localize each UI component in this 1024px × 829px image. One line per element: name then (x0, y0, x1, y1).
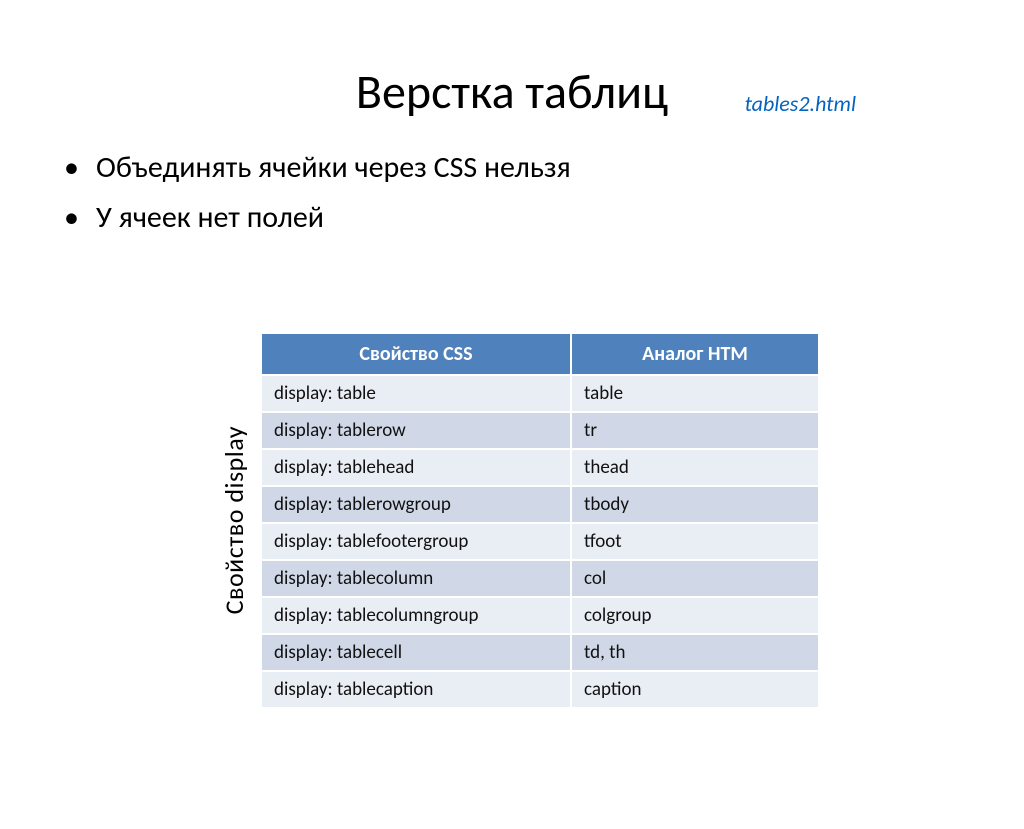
table-cell: display: table (261, 375, 571, 412)
table-cell: thead (571, 449, 819, 486)
table-cell: colgroup (571, 597, 819, 634)
table-row: display: tablehead thead (261, 449, 819, 486)
table-cell: display: tablefootergroup (261, 523, 571, 560)
list-item: У ячеек нет полей (64, 197, 1024, 239)
table-cell: table (571, 375, 819, 412)
table-container: Свойство display Свойство CSS Аналог HTM… (218, 332, 852, 709)
table-cell: col (571, 560, 819, 597)
table-row: display: tablerowgroup tbody (261, 486, 819, 523)
table-row: display: tablecolumngroup colgroup (261, 597, 819, 634)
table-row: display: tablefootergroup tfoot (261, 523, 819, 560)
table-cell: display: tablerowgroup (261, 486, 571, 523)
table-row: display: tablecell td, th (261, 634, 819, 671)
table-header: Свойство CSS (261, 333, 571, 375)
table-cell: tbody (571, 486, 819, 523)
table-cell: tr (571, 412, 819, 449)
table-cell: display: tablecolumn (261, 560, 571, 597)
bullet-list: Объединять ячейки через CSS нельзя У яче… (64, 147, 1024, 239)
table-row: display: table table (261, 375, 819, 412)
display-table: Свойство CSS Аналог HTM display: table t… (260, 332, 820, 709)
list-item: Объединять ячейки через CSS нельзя (64, 147, 1024, 189)
table-cell: tfoot (571, 523, 819, 560)
table-row: display: tablecaption caption (261, 671, 819, 708)
page-title: Верстка таблиц (0, 62, 1024, 121)
table-cell: display: tablecaption (261, 671, 571, 708)
table-header: Аналог HTM (571, 333, 819, 375)
table-cell: td, th (571, 634, 819, 671)
table-cell: display: tablehead (261, 449, 571, 486)
table-cell: caption (571, 671, 819, 708)
table-cell: display: tablecell (261, 634, 571, 671)
side-label: Свойство display (218, 426, 250, 614)
table-cell: display: tablecolumngroup (261, 597, 571, 634)
table-row: display: tablecolumn col (261, 560, 819, 597)
filename-link: tables2.html (745, 90, 856, 117)
table-row: display: tablerow tr (261, 412, 819, 449)
table-header-row: Свойство CSS Аналог HTM (261, 333, 819, 375)
table-cell: display: tablerow (261, 412, 571, 449)
